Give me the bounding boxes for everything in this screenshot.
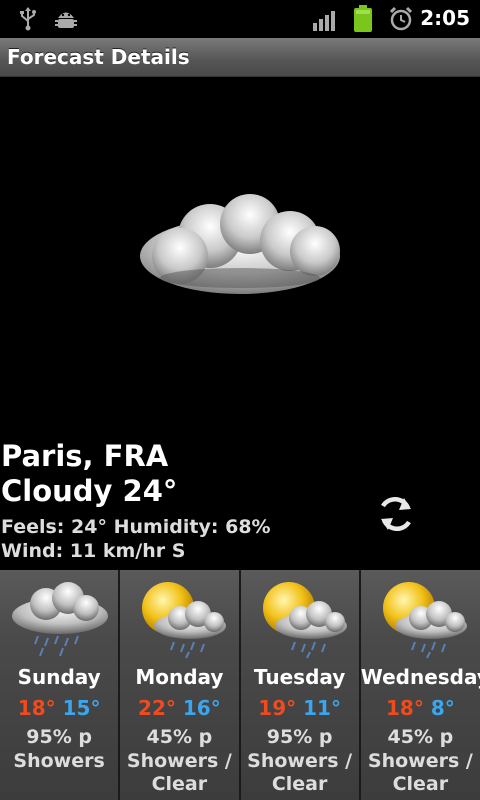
cloud-icon [130, 186, 350, 310]
android-debug-icon [54, 7, 78, 35]
day-temps: 22° 16° [120, 696, 238, 720]
battery-icon [353, 5, 373, 36]
forecast-day[interactable]: Sunday 18° 15° 95% p Showers [0, 570, 121, 800]
current-feels-humidity: Feels: 24° Humidity: 68% [1, 516, 271, 538]
day-desc: Showers / Clear [126, 750, 232, 795]
status-bar: 2:05 [0, 0, 480, 38]
day-desc: Showers / Clear [247, 750, 353, 795]
day-temps: 18° 8° [361, 696, 480, 720]
temp-high: 18° [386, 696, 424, 720]
day-temps: 19° 11° [241, 696, 359, 720]
usb-icon [18, 7, 38, 35]
temp-low: 8° [430, 696, 455, 720]
temp-low: 11° [303, 696, 341, 720]
current-wind: Wind: 11 km/hr S [1, 540, 186, 562]
day-precip: 95% p [266, 726, 333, 748]
app-screen: 2:05 Forecast Details Paris, FRA Cloudy … [0, 0, 480, 800]
day-desc: Showers / Clear [367, 750, 473, 795]
refresh-button[interactable] [374, 492, 418, 540]
day-name: Sunday [17, 665, 101, 689]
signal-icon [312, 9, 338, 35]
day-name: Tuesday [253, 665, 346, 689]
forecast-day[interactable]: Monday 22° 16° 45% p Showers / Clear [120, 570, 241, 800]
temp-low: 16° [182, 696, 221, 720]
sun-rain-cloud-icon [128, 578, 232, 664]
forecast-strip: Sunday 18° 15° 95% p Showers Monday 22° … [0, 570, 480, 800]
day-name: Wednesday [360, 665, 480, 689]
refresh-icon [381, 497, 411, 531]
forecast-day[interactable]: Tuesday 19° 11° 95% p Showers / Clear [240, 570, 361, 800]
day-precip: 95% p [26, 726, 92, 748]
day-precip: 45% p [387, 726, 454, 748]
current-city: Paris, FRA [1, 439, 169, 473]
temp-high: 18° [17, 696, 56, 720]
page-title: Forecast Details [7, 45, 190, 69]
day-desc: Showers [13, 750, 105, 772]
alarm-icon [389, 6, 413, 36]
rain-cloud-icon [8, 578, 112, 664]
sun-rain-cloud-icon [369, 578, 473, 664]
day-temps: 18° 15° [0, 696, 118, 720]
forecast-day[interactable]: Wednesday 18° 8° 45% p Showers / Clear [360, 570, 480, 800]
day-precip: 45% p [146, 726, 213, 748]
temp-high: 22° [138, 696, 176, 720]
status-time: 2:05 [420, 6, 470, 30]
temp-high: 19° [258, 696, 297, 720]
sun-rain-cloud-icon [249, 578, 353, 664]
temp-low: 15° [62, 696, 101, 720]
day-name: Monday [135, 665, 224, 689]
title-bar: Forecast Details [0, 38, 480, 77]
current-condition: Cloudy 24° [1, 474, 178, 508]
